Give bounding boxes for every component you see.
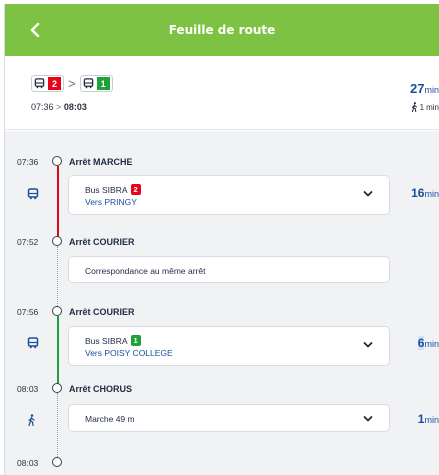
stop-time: 07:56 (17, 307, 39, 317)
walk-duration-value: 1 (419, 102, 425, 112)
leg-duration: 1min (418, 412, 439, 426)
bus-direction: Vers POISY COLLEGE (85, 348, 173, 358)
chevron-down-icon[interactable] (363, 415, 373, 423)
depart-time: 07:36 (31, 102, 54, 112)
stop-dot (52, 457, 62, 467)
leg-duration-unit: min (424, 415, 439, 425)
chevron-down-icon[interactable] (363, 190, 373, 198)
bus-icon (34, 78, 45, 89)
pedestrian-icon (411, 102, 417, 112)
bus-icon (83, 78, 93, 89)
trip-summary: 2 > 1 07:36 > 08:03 27min 1 min (5, 56, 439, 130)
walk-duration-unit: min (426, 102, 439, 112)
chevron-left-icon (30, 23, 40, 37)
line-number: 1 (96, 77, 110, 90)
bus-line-label: Bus SIBRA 1 (85, 335, 141, 346)
page-title: Feuille de route (168, 23, 276, 37)
line-number: 2 (48, 77, 61, 90)
stop-time: 08:03 (17, 384, 39, 394)
route-line-1 (56, 316, 59, 386)
roadmap-screen: Feuille de route 2 > 1 07:36 > 08:03 27m… (4, 4, 439, 475)
total-duration-value: 27 (410, 81, 425, 96)
stop-dot (52, 156, 62, 166)
total-duration: 27min (410, 81, 439, 96)
total-duration-unit: min (424, 85, 439, 95)
leg-duration-unit: min (424, 339, 439, 349)
bus-leg-card[interactable]: Bus SIBRA 2 Vers PRINGY (68, 175, 390, 215)
transfer-text: Correspondance au même arrêt (85, 266, 206, 276)
leg-duration: 6min (417, 336, 439, 350)
walk-leg-card[interactable]: Marche 49 m (68, 404, 390, 432)
line-badge-2: 2 (31, 75, 64, 92)
separator: > (68, 76, 76, 91)
stop-time: 07:36 (17, 157, 39, 167)
bus-icon (27, 188, 39, 200)
stop-time: 08:03 (17, 458, 39, 468)
bus-operator: Bus SIBRA (85, 335, 128, 346)
line-number: 1 (130, 335, 141, 346)
line-badge-1: 1 (79, 75, 113, 92)
transfer-card: Correspondance au même arrêt (68, 256, 390, 283)
stop-name: Arrêt COURIER (69, 307, 135, 317)
header-bar: Feuille de route (5, 4, 439, 56)
trip-times: 07:36 > 08:03 (31, 102, 87, 112)
time-arrow: > (56, 102, 62, 112)
stop-time: 07:52 (17, 237, 39, 247)
stop-name: Arrêt COURIER (69, 237, 135, 247)
transfer-dotted-line (56, 246, 58, 310)
line-number: 2 (130, 184, 141, 195)
bus-operator: Bus SIBRA (85, 184, 128, 195)
leg-duration-value: 16 (411, 186, 425, 200)
bus-line-label: Bus SIBRA 2 (85, 184, 141, 195)
back-button[interactable] (23, 18, 47, 42)
pedestrian-icon (28, 414, 35, 426)
walk-dotted-line (56, 393, 58, 461)
route-line-2 (56, 166, 59, 240)
leg-duration-unit: min (424, 189, 439, 199)
bus-leg-card[interactable]: Bus SIBRA 1 Vers POISY COLLEGE (68, 326, 390, 366)
bus-icon (27, 337, 39, 349)
stop-dot (52, 306, 62, 316)
walk-duration: 1 min (411, 102, 439, 112)
chevron-down-icon[interactable] (363, 341, 373, 349)
walk-text: Marche 49 m (85, 414, 135, 424)
itinerary-steps: 07:36 Arrêt MARCHE Bus SIBRA 2 Vers PRIN… (5, 131, 439, 475)
stop-name: Arrêt CHORUS (69, 384, 133, 394)
stop-name: Arrêt MARCHE (69, 157, 133, 167)
leg-duration: 16min (411, 186, 439, 200)
arrive-time: 08:03 (63, 102, 87, 112)
line-badges: 2 > 1 (31, 75, 113, 92)
stop-dot (52, 236, 62, 246)
bus-direction: Vers PRINGY (85, 197, 137, 207)
stop-dot (52, 383, 62, 393)
